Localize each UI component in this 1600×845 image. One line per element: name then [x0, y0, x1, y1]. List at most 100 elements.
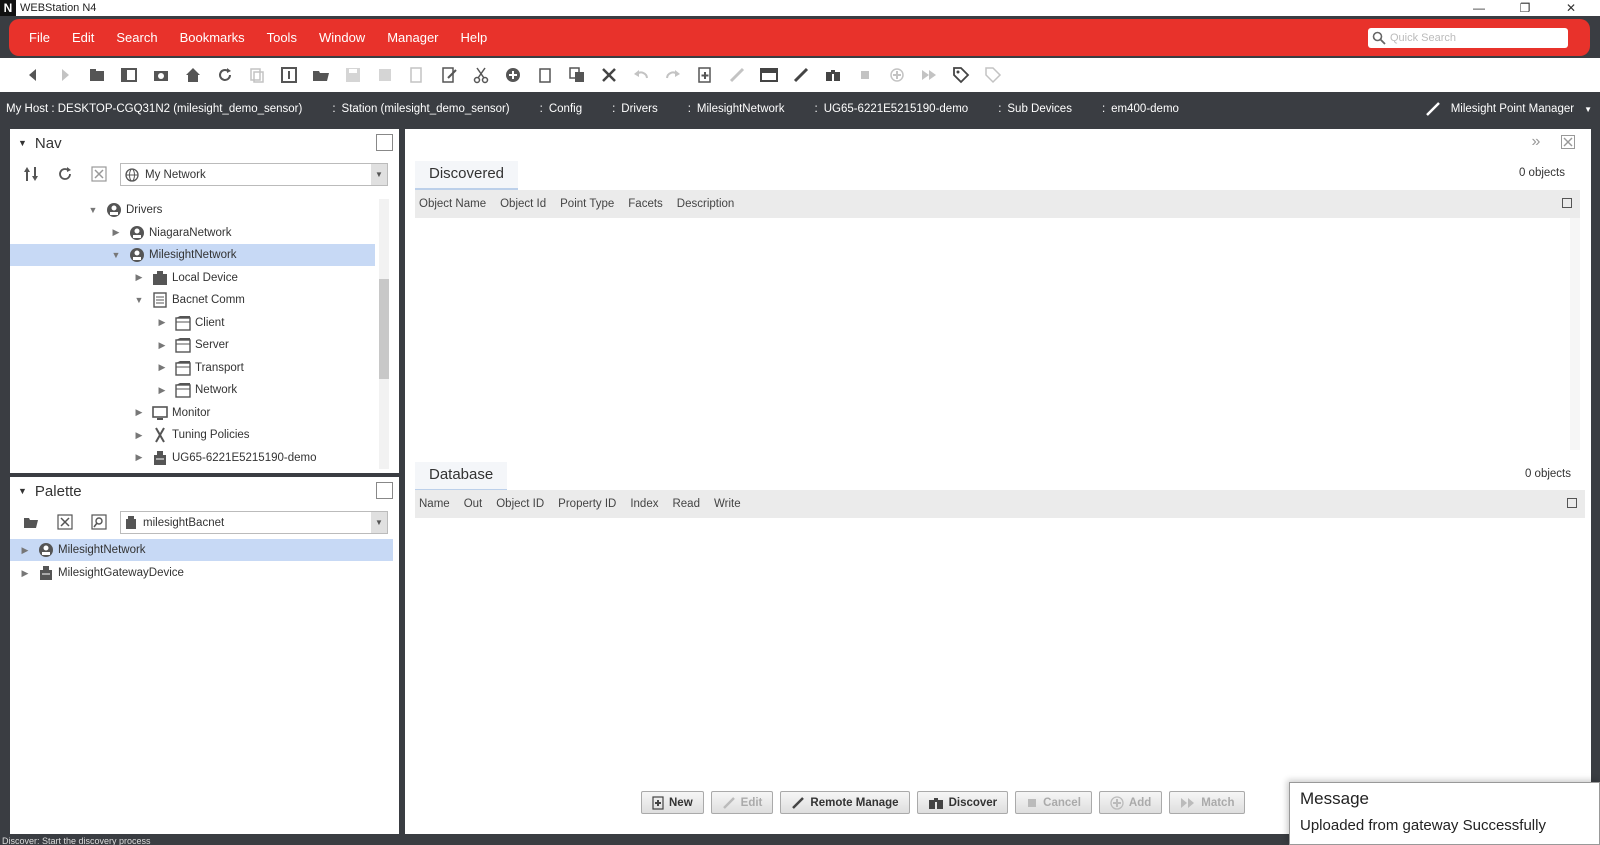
- expanded-caret-icon[interactable]: ▼: [132, 295, 146, 305]
- crumb-host[interactable]: My Host : DESKTOP-CGQ31N2 (milesight_dem…: [6, 103, 302, 115]
- menu-search[interactable]: Search: [116, 30, 157, 45]
- collapsed-caret-icon[interactable]: ▶: [155, 362, 169, 373]
- maximize-icon[interactable]: [376, 482, 393, 499]
- restore-icon[interactable]: ❐: [1502, 0, 1548, 16]
- new-doc-icon[interactable]: [694, 64, 716, 86]
- chevron-down-icon[interactable]: ▼: [371, 512, 387, 533]
- stop-icon[interactable]: [854, 64, 876, 86]
- close-palette-icon[interactable]: [56, 513, 74, 531]
- match-arrows-icon[interactable]: [918, 64, 940, 86]
- table-options-icon[interactable]: [1562, 198, 1572, 208]
- tags-icon[interactable]: [982, 64, 1004, 86]
- menu-tools[interactable]: Tools: [267, 30, 297, 45]
- discovered-scrollbar[interactable]: [1570, 218, 1580, 450]
- menu-edit[interactable]: Edit: [72, 30, 94, 45]
- close-window-icon[interactable]: ✕: [1548, 0, 1594, 16]
- col-object-id[interactable]: Object Id: [500, 198, 546, 210]
- table-options-icon[interactable]: [1567, 498, 1577, 508]
- refresh-icon[interactable]: [214, 64, 236, 86]
- crumb-gateway[interactable]: UG65-6221E5215190-demo: [814, 103, 969, 115]
- palette-module-select[interactable]: milesightBacnet ▼: [120, 511, 388, 534]
- maximize-icon[interactable]: [376, 134, 393, 151]
- match-button[interactable]: Match: [1169, 791, 1246, 814]
- col-write[interactable]: Write: [714, 498, 741, 510]
- expanded-caret-icon[interactable]: ▼: [109, 250, 123, 260]
- collapsed-caret-icon[interactable]: ▶: [18, 568, 32, 579]
- collapsed-caret-icon[interactable]: ▶: [155, 340, 169, 351]
- nav-item-local-device[interactable]: ▶ Local Device: [10, 267, 375, 289]
- menu-manager[interactable]: Manager: [387, 30, 438, 45]
- quick-search-box[interactable]: [1368, 28, 1568, 48]
- nav-item-server[interactable]: ▶ Server: [10, 334, 375, 356]
- expanded-caret-icon[interactable]: ▼: [86, 205, 100, 215]
- chevron-down-icon[interactable]: ▼: [371, 164, 387, 185]
- col-out[interactable]: Out: [464, 498, 483, 510]
- discovered-table-body[interactable]: [415, 218, 1580, 450]
- nav-item-niagaranetwork[interactable]: ▶ NiagaraNetwork: [10, 222, 375, 244]
- menu-help[interactable]: Help: [461, 30, 488, 45]
- col-property-id[interactable]: Property ID: [558, 498, 616, 510]
- nav-item-ug65-6221e5215190-demo[interactable]: ▶ UG65-6221E5215190-demo: [10, 447, 375, 469]
- col-index[interactable]: Index: [630, 498, 658, 510]
- close-view-icon[interactable]: [1559, 133, 1577, 151]
- collapsed-caret-icon[interactable]: ▶: [132, 430, 146, 441]
- collapsed-caret-icon[interactable]: ▶: [132, 407, 146, 418]
- collapsed-caret-icon[interactable]: ▶: [132, 452, 146, 463]
- database-table-body[interactable]: [415, 518, 1585, 783]
- discovered-tab[interactable]: Discovered: [415, 161, 519, 190]
- cancel-button[interactable]: Cancel: [1015, 791, 1092, 814]
- col-facets[interactable]: Facets: [628, 198, 663, 210]
- save-all-icon[interactable]: [374, 64, 396, 86]
- home-icon[interactable]: [182, 64, 204, 86]
- collapsed-caret-icon[interactable]: ▶: [155, 317, 169, 328]
- nav-scrollbar[interactable]: [379, 199, 389, 469]
- add-button[interactable]: Add: [1098, 791, 1163, 814]
- refresh-icon[interactable]: [56, 165, 74, 183]
- export-icon[interactable]: [406, 64, 428, 86]
- palette-item-milesightgatewaydevice[interactable]: ▶ MilesightGatewayDevice: [10, 562, 393, 584]
- view-info-icon[interactable]: [278, 64, 300, 86]
- undo-icon[interactable]: [630, 64, 652, 86]
- duplicate-icon[interactable]: [566, 64, 588, 86]
- nav-tree-select[interactable]: My Network ▼: [120, 163, 388, 186]
- col-description[interactable]: Description: [677, 198, 735, 210]
- save-icon[interactable]: [342, 64, 364, 86]
- new-button[interactable]: New: [641, 791, 704, 814]
- folder-up-icon[interactable]: [86, 64, 108, 86]
- sync-icon[interactable]: [22, 165, 40, 183]
- crumb-station[interactable]: Station (milesight_demo_sensor): [332, 103, 510, 115]
- back-icon[interactable]: [22, 64, 44, 86]
- paste-icon[interactable]: [534, 64, 556, 86]
- crumb-config[interactable]: Config: [540, 103, 582, 115]
- find-icon[interactable]: [90, 513, 108, 531]
- col-object-id[interactable]: Object ID: [496, 498, 544, 510]
- menu-bookmarks[interactable]: Bookmarks: [180, 30, 245, 45]
- quick-search-input[interactable]: [1390, 32, 1560, 44]
- crumb-drivers[interactable]: Drivers: [612, 103, 657, 115]
- view-selector[interactable]: Milesight Point Manager ▼: [1425, 95, 1592, 123]
- nav-item-bacnet-comm[interactable]: ▼ Bacnet Comm: [10, 289, 375, 311]
- menu-file[interactable]: File: [29, 30, 50, 45]
- collapsed-caret-icon[interactable]: ▶: [109, 227, 123, 238]
- nav-item-transport[interactable]: ▶ Transport: [10, 357, 375, 379]
- remote-manage-button[interactable]: Remote Manage: [780, 791, 910, 814]
- crumb-milesight-network[interactable]: MilesightNetwork: [688, 103, 785, 115]
- col-point-type[interactable]: Point Type: [560, 198, 614, 210]
- nav-item-drivers[interactable]: ▼ Drivers: [10, 199, 375, 221]
- palette-item-milesightnetwork[interactable]: ▶ MilesightNetwork: [10, 539, 393, 561]
- delete-icon[interactable]: [598, 64, 620, 86]
- pencil-light-icon[interactable]: [726, 64, 748, 86]
- minimize-icon[interactable]: —: [1456, 0, 1502, 16]
- col-object-name[interactable]: Object Name: [419, 198, 486, 210]
- double-chevron-right-icon[interactable]: »: [1527, 133, 1545, 151]
- side-bar-icon[interactable]: [118, 64, 140, 86]
- col-read[interactable]: Read: [672, 498, 700, 510]
- menu-window[interactable]: Window: [319, 30, 365, 45]
- discover-button[interactable]: Discover: [916, 791, 1009, 814]
- collapse-icon[interactable]: ▼: [18, 138, 27, 148]
- forward-icon[interactable]: [54, 64, 76, 86]
- collapsed-caret-icon[interactable]: ▶: [155, 385, 169, 396]
- camera-icon[interactable]: [150, 64, 172, 86]
- nav-item-monitor[interactable]: ▶ Monitor: [10, 402, 375, 424]
- crumb-em400[interactable]: em400-demo: [1102, 103, 1179, 115]
